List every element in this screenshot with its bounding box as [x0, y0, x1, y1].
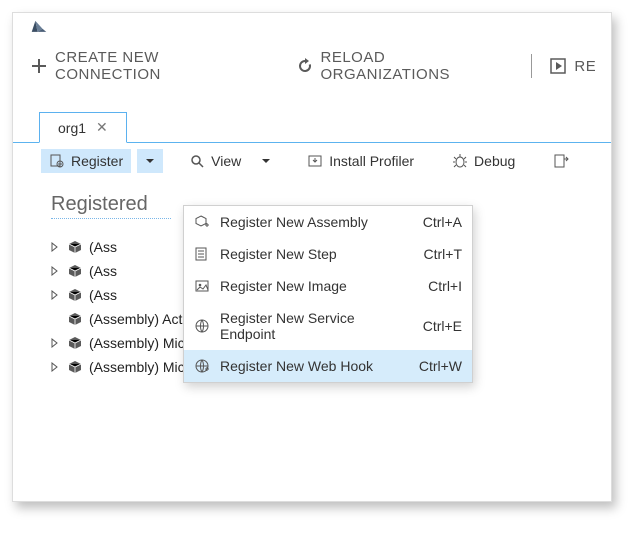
menu-label: Register New Web Hook: [220, 358, 409, 374]
install-icon: [307, 153, 323, 169]
assembly-icon: [67, 311, 83, 327]
menu-label: Register New Step: [220, 246, 414, 262]
menu-register-new-step[interactable]: Register New Step Ctrl+T: [184, 238, 472, 270]
view-dropdown-toggle[interactable]: [255, 149, 277, 173]
page-export-icon: [553, 153, 569, 169]
play-box-icon: [550, 58, 566, 74]
main-toolbar: CREATE NEW CONNECTION RELOAD ORGANIZATIO…: [13, 39, 611, 93]
section-title: Registered: [51, 193, 171, 219]
tree-label: (Ass: [89, 239, 117, 255]
refresh-icon: [297, 58, 313, 74]
secondary-toolbar: Register View Install Profiler Deb: [41, 149, 611, 173]
menu-register-new-image[interactable]: Register New Image Ctrl+I: [184, 270, 472, 302]
dynamics-logo-icon: [31, 18, 47, 34]
install-profiler-label: Install Profiler: [329, 153, 414, 169]
toolbar-separator: [531, 54, 532, 78]
debug-button[interactable]: Debug: [444, 149, 523, 173]
assembly-icon: [67, 287, 83, 303]
create-connection-label: CREATE NEW CONNECTION: [55, 49, 263, 83]
app-window: CREATE NEW CONNECTION RELOAD ORGANIZATIO…: [12, 12, 612, 502]
assembly-icon: [67, 239, 83, 255]
create-connection-button[interactable]: CREATE NEW CONNECTION: [31, 49, 263, 83]
view-icon: [189, 153, 205, 169]
titlebar: [13, 13, 611, 39]
menu-label: Register New Image: [220, 278, 418, 294]
register-button[interactable]: Register: [41, 149, 131, 173]
tree-label: (Ass: [89, 287, 117, 303]
view-label: View: [211, 153, 241, 169]
register-dropdown-toggle[interactable]: [137, 149, 163, 173]
tabstrip: org1 ✕: [13, 111, 611, 142]
plus-icon: [31, 58, 47, 74]
expand-icon[interactable]: [51, 362, 61, 372]
assembly-icon: [67, 359, 83, 375]
menu-shortcut: Ctrl+A: [423, 214, 462, 230]
expand-icon[interactable]: [51, 242, 61, 252]
menu-label: Register New Assembly: [220, 214, 413, 230]
menu-shortcut: Ctrl+T: [424, 246, 463, 262]
tree-label: (Ass: [89, 263, 117, 279]
menu-register-new-assembly[interactable]: Register New Assembly Ctrl+A: [184, 206, 472, 238]
tab-underline: org1 ✕: [13, 111, 611, 143]
view-button[interactable]: View: [181, 149, 249, 173]
webhook-icon: [194, 358, 210, 374]
endpoint-icon: [194, 318, 210, 334]
expand-icon[interactable]: [51, 266, 61, 276]
expand-icon[interactable]: [51, 338, 61, 348]
debug-icon: [452, 153, 468, 169]
assembly-icon: [67, 263, 83, 279]
menu-register-new-service-endpoint[interactable]: Register New Service Endpoint Ctrl+E: [184, 302, 472, 350]
step-icon: [194, 246, 210, 262]
reload-organizations-button[interactable]: RELOAD ORGANIZATIONS: [297, 49, 514, 83]
assembly-plus-icon: [194, 214, 210, 230]
register-label: Register: [71, 153, 123, 169]
truncated-toolbar-label: RE: [574, 58, 595, 75]
image-icon: [194, 278, 210, 294]
register-dropdown-menu: Register New Assembly Ctrl+A Register Ne…: [183, 205, 473, 383]
tab-label: org1: [58, 120, 86, 136]
tab-close-icon[interactable]: ✕: [96, 119, 108, 136]
assembly-icon: [67, 335, 83, 351]
expand-icon[interactable]: [51, 290, 61, 300]
tab-org1[interactable]: org1 ✕: [39, 112, 127, 143]
reload-organizations-label: RELOAD ORGANIZATIONS: [321, 49, 514, 83]
menu-shortcut: Ctrl+I: [428, 278, 462, 294]
menu-label: Register New Service Endpoint: [220, 310, 413, 342]
menu-shortcut: Ctrl+W: [419, 358, 462, 374]
debug-label: Debug: [474, 153, 515, 169]
truncated-toolbar-button[interactable]: RE: [550, 58, 595, 75]
menu-register-new-web-hook[interactable]: Register New Web Hook Ctrl+W: [184, 350, 472, 382]
menu-shortcut: Ctrl+E: [423, 318, 462, 334]
register-icon: [49, 153, 65, 169]
overflow-button[interactable]: [545, 149, 569, 173]
install-profiler-button[interactable]: Install Profiler: [299, 149, 422, 173]
